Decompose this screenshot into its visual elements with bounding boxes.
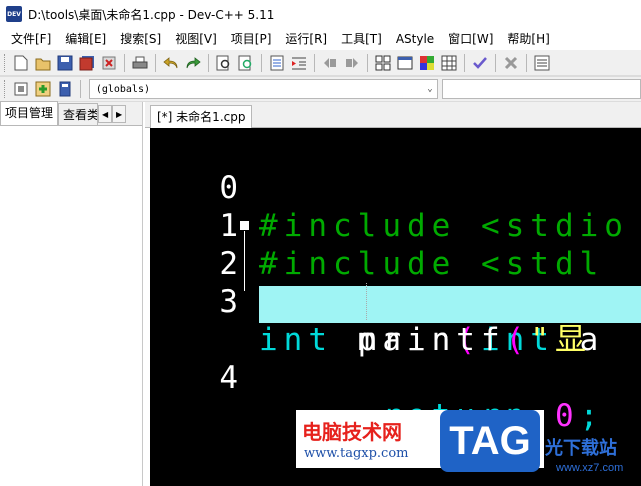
code-line-active: 4 return 0; <box>150 283 641 434</box>
goto-line-icon[interactable] <box>267 53 287 73</box>
tab-scroll-left-icon[interactable]: ◀ <box>98 105 113 123</box>
tab-project-manager[interactable]: 项目管理 <box>0 101 59 125</box>
bookmark-back-icon[interactable] <box>320 53 340 73</box>
find-icon[interactable] <box>214 53 234 73</box>
current-line-highlight <box>259 286 641 323</box>
fold-marker-icon[interactable] <box>240 221 249 230</box>
tab-scroll-right-icon[interactable]: ▶ <box>112 105 127 123</box>
menu-window[interactable]: 窗口[W] <box>441 28 500 50</box>
list-icon[interactable] <box>532 53 552 73</box>
menu-search[interactable]: 搜索[S] <box>113 28 168 50</box>
palette-icon[interactable] <box>417 53 437 73</box>
print-icon[interactable] <box>130 53 150 73</box>
new-file-icon[interactable] <box>11 53 31 73</box>
grid-icon[interactable] <box>439 53 459 73</box>
toolbar-separator <box>79 80 81 98</box>
code-line: 1 #include <stdl <box>150 169 641 282</box>
watermark-xz-url: www.xz7.com <box>556 462 624 474</box>
watermark-xz-name: 光下载站 <box>545 438 617 458</box>
menu-project[interactable]: 项目[P] <box>224 28 279 50</box>
code-token: printf <box>259 322 506 358</box>
toolbar-separator <box>495 53 496 72</box>
code-token: ( <box>505 322 531 358</box>
devcpp-app-icon: DEV <box>6 6 22 22</box>
tab-untitled-file[interactable]: [*] 未命名1.cpp <box>150 105 253 128</box>
toolbar-grip[interactable] <box>4 80 7 98</box>
code-token: ; <box>579 398 605 434</box>
delete-icon[interactable] <box>501 53 521 73</box>
toolbar-separator <box>367 53 368 72</box>
left-panel-tabs: 项目管理 查看类 ◀ ▶ <box>0 101 142 126</box>
code-line: 2 int main(int a <box>150 207 641 358</box>
check-icon[interactable] <box>470 53 490 73</box>
scope-dropdown[interactable]: (globals) ⌄ <box>88 79 438 99</box>
redo-icon[interactable] <box>183 53 203 73</box>
toolbar-separator <box>314 53 315 72</box>
indent-guide <box>366 283 367 320</box>
left-panel: 项目管理 查看类 ◀ ▶ <box>0 101 143 486</box>
toolbar-separator <box>526 53 527 72</box>
code-line: 3 printf("显 <box>150 245 641 358</box>
close-file-icon[interactable] <box>99 53 119 73</box>
scope-dropdown-value: (globals) <box>95 83 150 95</box>
remove-from-project-icon[interactable] <box>55 79 75 99</box>
project-options-icon[interactable] <box>11 79 31 99</box>
title-bar: DEV D:\tools\桌面\未命名1.cpp - Dev-C++ 5.11 <box>0 0 641 28</box>
main-toolbar <box>0 50 641 76</box>
undo-icon[interactable] <box>161 53 181 73</box>
save-all-icon[interactable] <box>77 53 97 73</box>
window-title: D:\tools\桌面\未命名1.cpp - Dev-C++ 5.11 <box>28 7 275 22</box>
watermark-site-name: 电脑技术网 <box>302 420 402 444</box>
code-text: printf("显 <box>259 321 617 359</box>
menu-file[interactable]: 文件[F] <box>4 28 58 50</box>
layout-grid-icon[interactable] <box>373 53 393 73</box>
menu-help[interactable]: 帮助[H] <box>500 28 556 50</box>
menu-astyle[interactable]: AStyle <box>389 28 441 50</box>
tab-class-browser[interactable]: 查看类 <box>58 103 99 125</box>
watermark-site-url: www.tagxp.com <box>304 446 409 461</box>
menu-bar: 文件[F] 编辑[E] 搜索[S] 视图[V] 项目[P] 运行[R] 工具[T… <box>0 28 641 50</box>
indent-icon[interactable] <box>289 53 309 73</box>
toolbar-separator <box>124 53 125 72</box>
menu-edit[interactable]: 编辑[E] <box>58 28 113 50</box>
code-token: "显 <box>530 322 617 358</box>
menu-view[interactable]: 视图[V] <box>168 28 224 50</box>
menu-run[interactable]: 运行[R] <box>278 28 334 50</box>
code-line: 0 #include <stdio <box>150 131 641 244</box>
toolbar-separator <box>464 53 465 72</box>
watermark-tag-logo: TAG <box>440 410 540 472</box>
toolbar-separator <box>261 53 262 72</box>
add-to-project-icon[interactable] <box>33 79 53 99</box>
bookmark-forward-icon[interactable] <box>342 53 362 73</box>
replace-icon[interactable] <box>236 53 256 73</box>
toolbar-grip[interactable] <box>4 53 7 72</box>
window-icon[interactable] <box>395 53 415 73</box>
open-file-icon[interactable] <box>33 53 53 73</box>
scope-toolbar: (globals) ⌄ <box>0 76 641 102</box>
toolbar-separator <box>208 53 209 72</box>
line-number: 4 <box>219 360 238 396</box>
editor-tab-bar: [*] 未命名1.cpp <box>145 102 641 128</box>
chevron-down-icon: ⌄ <box>427 84 433 94</box>
menu-tools[interactable]: 工具[T] <box>334 28 389 50</box>
toolbar-separator <box>155 53 156 72</box>
function-dropdown[interactable] <box>441 79 641 99</box>
save-icon[interactable] <box>55 53 75 73</box>
